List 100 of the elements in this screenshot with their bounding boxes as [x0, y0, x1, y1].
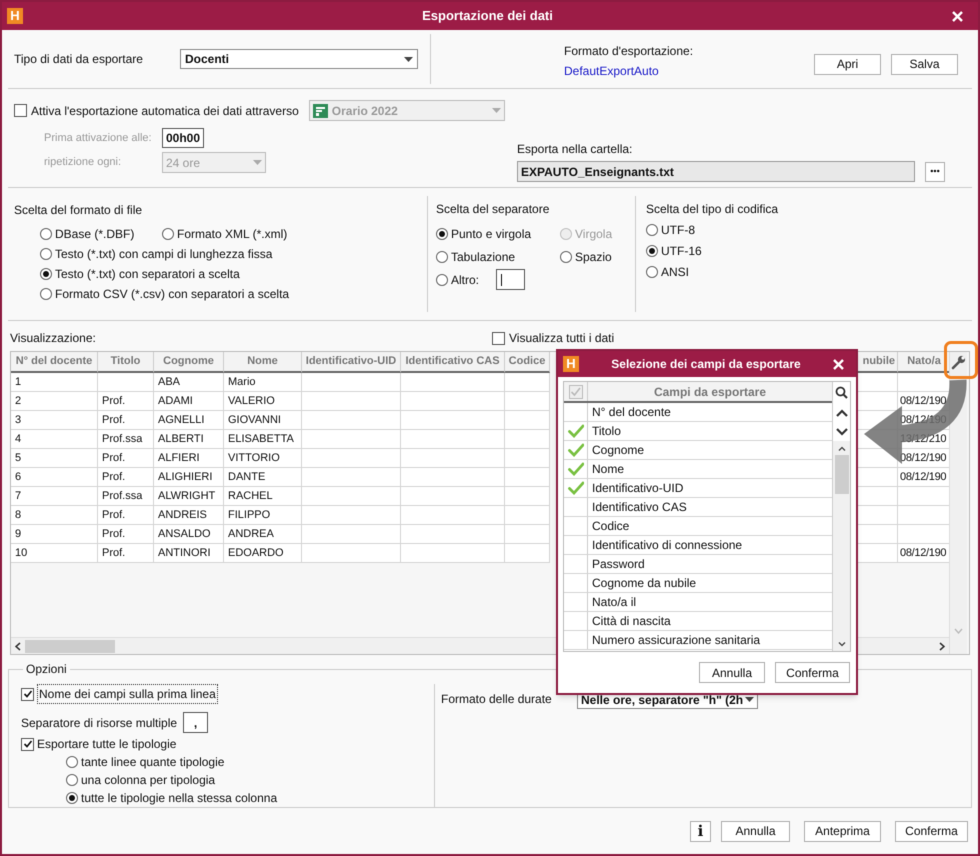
- app-logo: H: [563, 356, 579, 372]
- format-link[interactable]: DefautExportAuto: [564, 62, 814, 80]
- radio-button[interactable]: [40, 268, 52, 280]
- dialog-button[interactable]: Conferma: [895, 820, 968, 842]
- section-title: Scelta del tipo di codifica: [646, 201, 778, 218]
- radio-button[interactable]: [436, 250, 448, 262]
- app-logo: H: [7, 8, 23, 24]
- checkbox-label: Visualizza tutti i dati: [509, 330, 614, 347]
- radio-label: UTF-8: [661, 222, 695, 238]
- field-list-item[interactable]: Identificativo-UID: [588, 479, 832, 497]
- browse-button[interactable]: •••: [925, 162, 945, 182]
- table-cell: Prof.: [98, 411, 154, 430]
- radio-button[interactable]: [646, 266, 658, 278]
- radio-label: Testo (*.txt) con campi di lunghezza fissa: [55, 246, 272, 263]
- checkbox[interactable]: [21, 688, 34, 700]
- column-header[interactable]: Codice: [505, 352, 550, 373]
- field-list-item[interactable]: Nome: [588, 460, 832, 478]
- close-icon[interactable]: [833, 358, 844, 370]
- dialog-button[interactable]: Annulla: [699, 662, 765, 683]
- checkbox[interactable]: [14, 104, 27, 117]
- radio-label: ANSI: [661, 264, 690, 280]
- radio-button[interactable]: [40, 248, 52, 260]
- field-list-item[interactable]: Titolo: [588, 422, 832, 440]
- field-list-item[interactable]: N° del docente: [588, 403, 832, 421]
- table-cell: Prof.ssa: [98, 487, 154, 506]
- dialog-button[interactable]: Anteprima: [804, 820, 881, 842]
- other-separator-field[interactable]: [496, 269, 526, 290]
- radio-button[interactable]: [40, 288, 52, 300]
- radio-button[interactable]: [646, 244, 658, 256]
- column-header[interactable]: Titolo: [98, 352, 154, 373]
- dropdown-caret-icon: [745, 697, 754, 702]
- field-label: Formato delle durate: [441, 691, 553, 708]
- field-list-item[interactable]: Città di nascita: [588, 612, 832, 630]
- table-cell: [505, 411, 550, 430]
- table-cell: 5: [11, 449, 98, 468]
- radio-label: Formato XML (*.xml): [177, 226, 288, 243]
- table-cell: 9: [11, 525, 98, 544]
- dialog-button[interactable]: Conferma: [775, 662, 850, 683]
- info-button[interactable]: i: [690, 820, 711, 842]
- field-list-item[interactable]: Nato/a il: [588, 593, 832, 611]
- field-list-item[interactable]: Numero assicurazione sanitaria: [588, 631, 832, 649]
- checkbox[interactable]: [492, 332, 505, 344]
- radio-button[interactable]: [646, 224, 658, 236]
- radio-button[interactable]: [40, 228, 52, 240]
- check-icon[interactable]: [568, 424, 584, 438]
- column-header[interactable]: Nome: [224, 352, 302, 373]
- table-cell: [505, 487, 550, 506]
- table-cell: ANDREA: [224, 525, 302, 544]
- check-icon[interactable]: [568, 481, 584, 495]
- column-header[interactable]: Cognome: [154, 352, 224, 373]
- field-list-item[interactable]: Cognome: [588, 441, 832, 459]
- field-list-item[interactable]: Identificativo di connessione: [588, 536, 832, 554]
- column-header[interactable]: Identificativo-UID: [302, 352, 401, 373]
- separator-field[interactable]: ,: [183, 712, 208, 733]
- scroll-thumb[interactable]: [834, 455, 848, 494]
- field-list-item[interactable]: Codice: [588, 517, 832, 535]
- scroll-thumb[interactable]: [25, 640, 115, 652]
- dialog-button[interactable]: Salva: [891, 54, 958, 74]
- radio-button[interactable]: [162, 228, 174, 240]
- dialog-title: Selezione dei campi da esportare: [610, 356, 802, 373]
- dropdown-value: Nelle ore, separatore "h" (2h: [581, 692, 744, 708]
- vertical-scrollbar[interactable]: [833, 441, 850, 651]
- dialog-button[interactable]: Annulla: [721, 820, 790, 842]
- time-field[interactable]: 00h00: [162, 128, 204, 148]
- table-cell: 08/12/190: [898, 468, 951, 487]
- dialog-button[interactable]: Apri: [814, 54, 881, 74]
- table-cell: DANTE: [224, 468, 302, 487]
- radio-button[interactable]: [66, 792, 78, 804]
- radio-label: Altro:: [451, 272, 480, 288]
- table-cell: ELISABETTA: [224, 430, 302, 449]
- calendar-icon: [312, 104, 328, 118]
- close-icon[interactable]: [952, 10, 963, 22]
- section-title: Scelta del separatore: [436, 201, 550, 218]
- radio-button[interactable]: [66, 756, 78, 768]
- radio-button[interactable]: [66, 774, 78, 786]
- field-list-item[interactable]: Identificativo CAS: [588, 498, 832, 516]
- radio-label: Spazio: [575, 248, 612, 266]
- radio-label: Formato CSV (*.csv) con separatori a scelta: [55, 286, 290, 303]
- folder-field[interactable]: EXPAUTO_Enseignants.txt: [517, 161, 915, 182]
- radio-button[interactable]: [436, 228, 448, 240]
- type-dropdown[interactable]: Docenti: [180, 49, 418, 69]
- field-label: ripetizione ogni:: [44, 155, 122, 170]
- column-header[interactable]: nubile: [857, 352, 898, 373]
- table-cell: VITTORIO: [224, 449, 302, 468]
- column-header[interactable]: Identificativo CAS: [401, 352, 505, 373]
- field-list-item[interactable]: Cognome da nubile: [588, 574, 832, 592]
- table-cell: VALERIO: [224, 392, 302, 411]
- radio-button[interactable]: [436, 274, 448, 286]
- checkbox[interactable]: [21, 738, 34, 750]
- radio-label: tutte le tipologie nella stessa colonna: [81, 790, 278, 807]
- table-cell: Prof.: [98, 392, 154, 411]
- check-icon[interactable]: [568, 443, 584, 457]
- check-icon[interactable]: [568, 462, 584, 476]
- field-list-item[interactable]: Password: [588, 555, 832, 573]
- highlight-overlay: [944, 341, 978, 379]
- table-cell: [505, 544, 550, 563]
- column-header[interactable]: N° del docente: [11, 352, 98, 373]
- radio-button[interactable]: [560, 250, 572, 262]
- radio-label: una colonna per tipologia: [81, 772, 216, 789]
- radio-label: UTF-16: [661, 242, 702, 260]
